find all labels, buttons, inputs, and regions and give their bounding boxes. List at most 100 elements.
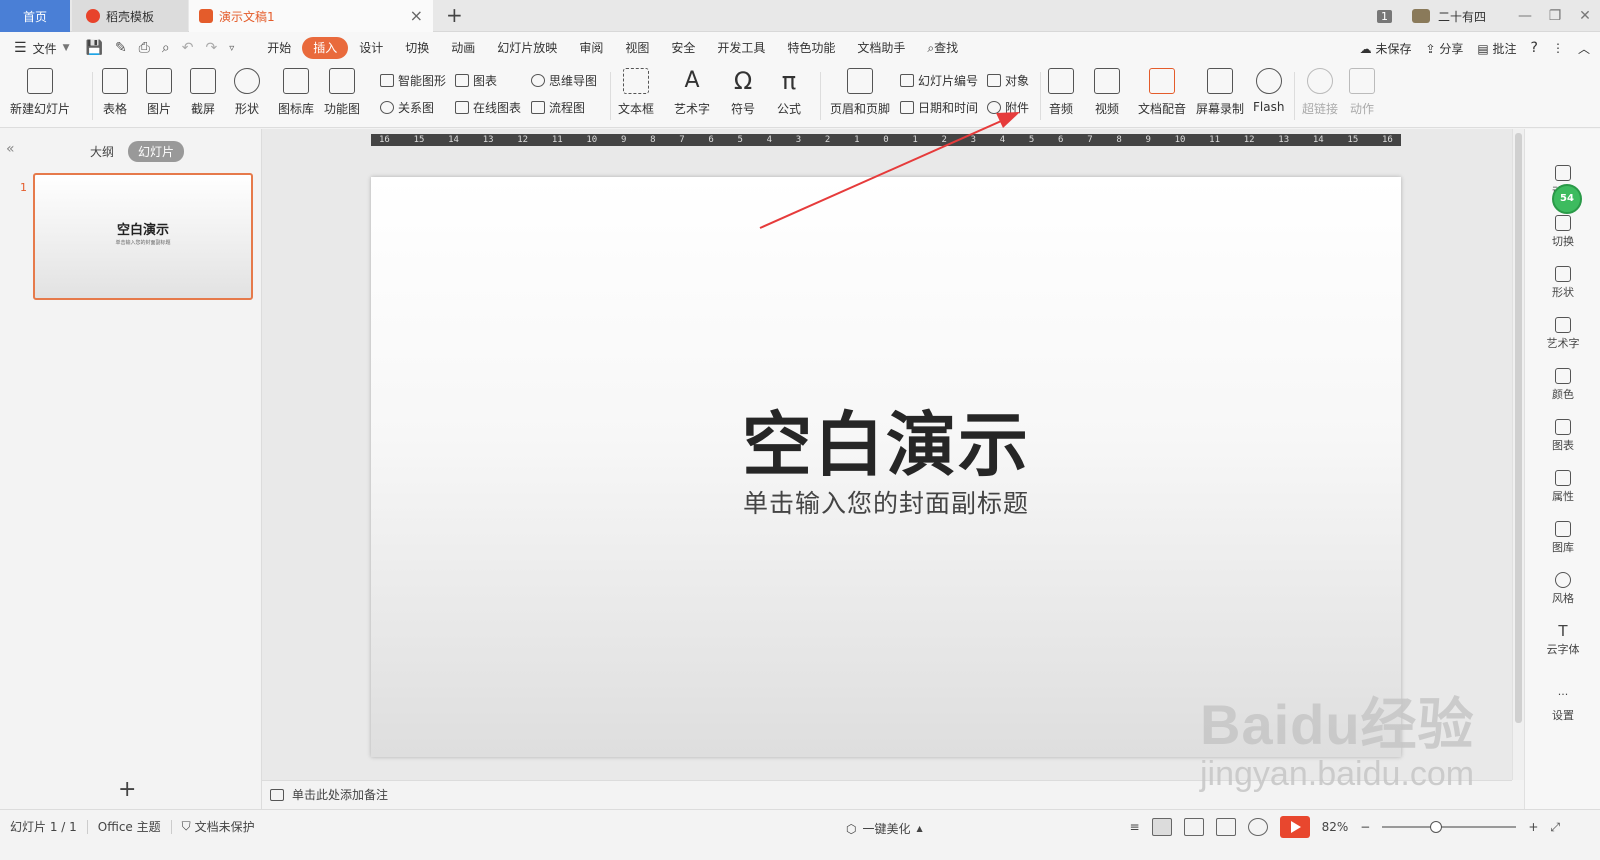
add-slide-button[interactable]: + (118, 777, 136, 802)
print-icon[interactable]: ⎙ (139, 40, 150, 56)
menu-security[interactable]: 安全 (660, 37, 706, 59)
slide-thumbnail[interactable]: 空白演示 单击输入您的封面副标题 (33, 173, 253, 300)
tab-document[interactable]: 演示文稿1 × (189, 0, 433, 32)
restore-icon[interactable]: ❐ (1540, 8, 1570, 24)
screen-record-button[interactable]: 屏幕录制 (1196, 68, 1244, 117)
slide-subtitle[interactable]: 单击输入您的封面副标题 (371, 484, 1401, 520)
date-time-button[interactable]: 日期和时间 (900, 99, 978, 116)
hyperlink-button[interactable]: 超链接 (1302, 68, 1338, 117)
mind-map-button[interactable]: 思维导图 (531, 72, 597, 89)
menu-view[interactable]: 视图 (614, 37, 660, 59)
tab-home[interactable]: 首页 (0, 0, 70, 32)
fit-window-icon[interactable]: ⤢ (1550, 820, 1560, 835)
formula-button[interactable]: π 公式 (776, 68, 802, 117)
menu-home[interactable]: 开始 (256, 37, 302, 59)
customize-qat-icon[interactable]: ▿ (229, 43, 234, 54)
comment-button[interactable]: ▤ 批注 (1477, 40, 1516, 57)
sidebar-item-gallery[interactable]: 图库 (1525, 521, 1600, 555)
floating-speed-badge[interactable]: 54 (1552, 184, 1582, 214)
table-button[interactable]: 表格 (102, 68, 128, 117)
normal-view-button[interactable] (1151, 818, 1172, 836)
flowchart-button[interactable]: 流程图 (531, 99, 585, 116)
file-menu[interactable]: ☰ 文件 ▼ (14, 40, 70, 57)
zoom-in-icon[interactable]: + (1528, 820, 1538, 834)
redo-icon[interactable]: ↷ (205, 40, 217, 56)
protection-status[interactable]: 文档未保护 (195, 818, 255, 835)
new-tab-button[interactable]: + (446, 5, 463, 25)
zoom-slider[interactable] (1382, 821, 1517, 833)
textbox-button[interactable]: 文本框 (618, 68, 654, 117)
sidebar-item-settings[interactable]: ··· 设置 (1525, 689, 1600, 723)
menu-transition[interactable]: 切换 (394, 37, 440, 59)
print-preview-icon[interactable]: ⌕ (162, 40, 170, 56)
close-tab-icon[interactable]: × (410, 8, 423, 24)
video-button[interactable]: 视频 (1094, 68, 1120, 117)
beautify-button[interactable]: ⬡ 一键美化 ▲ (846, 820, 923, 837)
shape-button[interactable]: 形状 (234, 68, 260, 117)
online-chart-button[interactable]: 在线图表 (455, 99, 521, 116)
save-icon[interactable]: 💾 (86, 40, 103, 56)
relation-chart-button[interactable]: 关系图 (380, 99, 434, 116)
horizontal-ruler[interactable]: 16 15 14 13 12 11 10 9 8 7 6 5 4 3 2 1 0 1 2 3 4 5 6 7 8 9 10 11 12 1… (371, 134, 1401, 146)
attachment-button[interactable]: 附件 (987, 99, 1029, 116)
sidebar-item-chart[interactable]: 图表 (1525, 419, 1600, 453)
object-button[interactable]: 对象 (987, 72, 1029, 89)
undo-icon[interactable]: ↶ (182, 40, 194, 56)
sidebar-item-style[interactable]: 风格 (1525, 572, 1600, 606)
menu-doc-assistant[interactable]: 文档助手 (846, 37, 916, 59)
more-icon[interactable]: ⋮ (1552, 41, 1564, 55)
user-name[interactable]: 二十有四 (1438, 8, 1486, 25)
doc-dub-button[interactable]: 文档配音 (1138, 68, 1186, 117)
slide[interactable]: 空白演示 单击输入您的封面副标题 (371, 177, 1401, 757)
sidebar-item-transition[interactable]: 切换 (1525, 215, 1600, 249)
zoom-slider-knob[interactable] (1430, 821, 1443, 833)
zoom-out-icon[interactable]: − (1360, 820, 1370, 834)
menu-animation[interactable]: 动画 (440, 37, 486, 59)
picture-button[interactable]: 图片 (146, 68, 172, 117)
sidebar-item-shape[interactable]: 形状 (1525, 266, 1600, 300)
play-slideshow-button[interactable] (1279, 816, 1310, 838)
menu-slideshow[interactable]: 幻灯片放映 (486, 37, 568, 59)
audio-button[interactable]: 音频 (1048, 68, 1074, 117)
slide-number-button[interactable]: 幻灯片编号 (900, 72, 978, 89)
menu-design[interactable]: 设计 (348, 37, 394, 59)
help-icon[interactable]: ? (1531, 40, 1538, 56)
screenshot-button[interactable]: 截屏 (190, 68, 216, 117)
slide-sorter-button[interactable] (1183, 818, 1204, 836)
function-chart-button[interactable]: 功能图 (324, 68, 360, 117)
sidebar-item-cloud-font[interactable]: T 云字体 (1525, 623, 1600, 657)
menu-developer[interactable]: 开发工具 (706, 37, 776, 59)
theme-name[interactable]: Office 主题 (98, 818, 161, 835)
format-painter-icon[interactable]: ✎ (115, 40, 127, 56)
menu-insert[interactable]: 插入 (302, 37, 349, 59)
action-button[interactable]: 动作 (1349, 68, 1375, 117)
flash-button[interactable]: Flash (1253, 68, 1284, 114)
new-slide-button[interactable]: 新建幻灯片 (10, 68, 70, 117)
collapse-ribbon-icon[interactable]: ︿ (1578, 40, 1590, 57)
collapse-panel-icon[interactable]: « (6, 141, 15, 157)
menu-review[interactable]: 审阅 (568, 37, 614, 59)
art-text-button[interactable]: A 艺术字 (674, 68, 710, 117)
header-footer-button[interactable]: 页眉和页脚 (830, 68, 890, 117)
close-window-icon[interactable]: ✕ (1570, 8, 1600, 24)
icon-library-button[interactable]: 图标库 (278, 68, 314, 117)
minimize-icon[interactable]: — (1510, 8, 1540, 24)
sidebar-item-color[interactable]: 颜色 (1525, 368, 1600, 402)
search-button[interactable]: ⌕查找 (916, 37, 969, 59)
symbol-button[interactable]: Ω 符号 (730, 68, 756, 117)
sidebar-item-art-text[interactable]: 艺术字 (1525, 317, 1600, 351)
outline-tab[interactable]: 大纲 (86, 141, 118, 162)
unsaved-button[interactable]: ☁ 未保存 (1360, 40, 1412, 57)
chart-button[interactable]: 图表 (455, 72, 497, 89)
notes-toggle-icon[interactable]: ≡ (1130, 820, 1140, 834)
avatar[interactable] (1411, 9, 1430, 23)
share-button[interactable]: ⇪ 分享 (1425, 40, 1463, 57)
presenter-view-button[interactable] (1247, 818, 1268, 836)
vertical-scrollbar[interactable] (1512, 129, 1524, 780)
slide-title[interactable]: 空白演示 (371, 389, 1401, 490)
menu-special[interactable]: 特色功能 (776, 37, 846, 59)
tab-template[interactable]: 稻壳模板 (72, 0, 188, 32)
slides-tab[interactable]: 幻灯片 (128, 141, 185, 162)
smart-art-button[interactable]: 智能图形 (380, 72, 446, 89)
sidebar-item-properties[interactable]: 属性 (1525, 470, 1600, 504)
